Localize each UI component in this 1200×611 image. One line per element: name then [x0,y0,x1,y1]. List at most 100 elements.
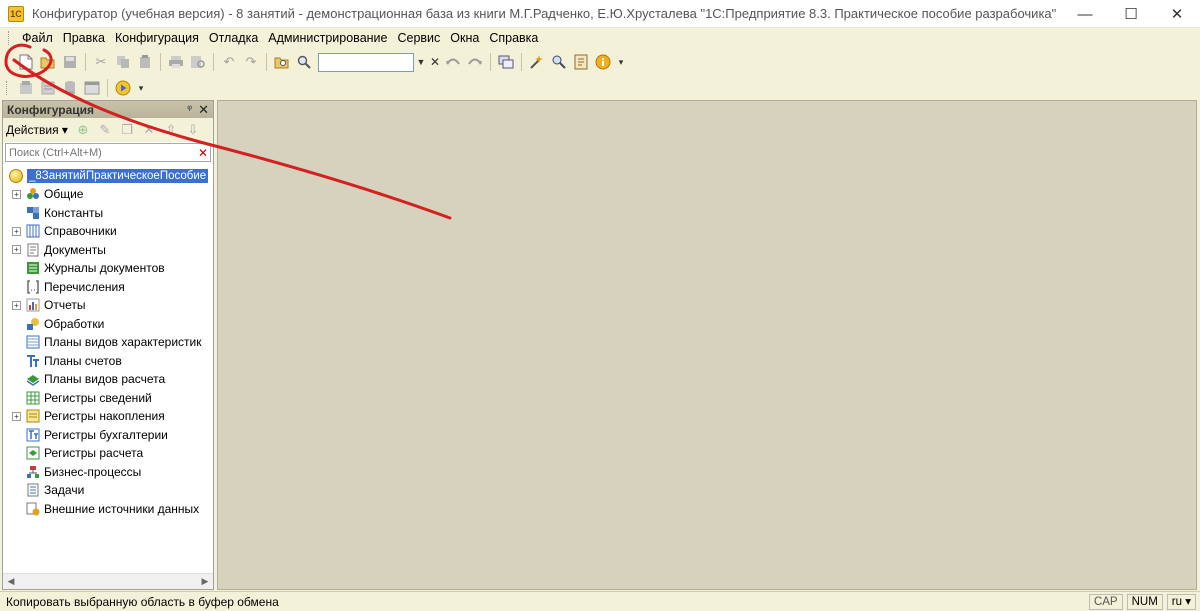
scroll-left-icon[interactable]: ◀ [3,576,19,587]
mdi-workspace [217,100,1197,590]
tree-node-documents[interactable]: + Документы [3,241,213,260]
toolbar-overflow-icon[interactable]: ▾ [614,53,628,72]
clear-search-icon[interactable]: ✕ [428,53,442,72]
accounting-registers-icon [25,427,41,443]
configuration-toolbar: ▾ [0,75,1200,101]
tree-node-enums[interactable]: Перечисления [3,278,213,297]
menu-service[interactable]: Сервис [392,31,445,45]
menu-edit[interactable]: Правка [58,31,110,45]
wizard-icon[interactable] [527,52,547,72]
copy-item-icon[interactable]: ❐ [118,121,136,139]
tree-node-chart-of-accounts[interactable]: Планы счетов [3,352,213,371]
toolbar-grip[interactable] [6,55,9,69]
tree-node-information-registers[interactable]: Регистры сведений [3,389,213,408]
chevron-down-icon[interactable]: ▼ [414,53,428,72]
chevron-down-icon[interactable]: ▾ [134,79,148,98]
tree-node-accounting-registers[interactable]: Регистры бухгалтерии [3,426,213,445]
tree-node-label: Планы видов расчета [44,372,166,387]
panel-search-input[interactable] [6,144,196,161]
tree-node-accumulation-registers[interactable]: + Регистры накопления [3,407,213,426]
config-save-icon[interactable] [38,78,58,98]
toolbar-separator [107,79,108,97]
preview-icon[interactable] [188,52,208,72]
search-combo-input[interactable] [318,52,414,72]
add-icon[interactable]: ⊕ [74,121,92,139]
scroll-right-icon[interactable]: ▶ [197,576,213,587]
maximize-button[interactable]: ☐ [1108,0,1154,28]
clear-search-icon[interactable]: ✕ [196,146,210,160]
cut-icon[interactable]: ✂ [91,52,111,72]
tree-root[interactable]: _8ЗанятийПрактическоеПособие [9,167,213,185]
tree-node-business-processes[interactable]: Бизнес-процессы [3,463,213,482]
panel-title: Конфигурация [7,102,95,117]
manual-icon[interactable] [571,52,591,72]
status-bar: Копировать выбранную область в буфер обм… [0,591,1200,611]
panel-close-icon[interactable]: ✕ [198,102,209,118]
horizontal-scrollbar[interactable]: ◀ ▶ [3,573,213,589]
tree-node-label: Регистры бухгалтерии [44,427,168,442]
expand-icon[interactable]: + [12,300,21,310]
tree-node-external-data-sources[interactable]: Внешние источники данных [3,500,213,519]
move-up-icon[interactable]: ⇧ [162,121,180,139]
tree-node-calculation-registers[interactable]: Регистры расчета [3,444,213,463]
pin-icon[interactable]: ᵠ [187,104,192,115]
menu-administration[interactable]: Администрирование [263,31,392,45]
menu-windows[interactable]: Окна [445,31,484,45]
edit-icon[interactable]: ✎ [96,121,114,139]
minimize-button[interactable]: — [1062,0,1108,28]
menu-grip[interactable] [8,31,11,45]
configuration-root-icon [9,169,23,183]
find-prev-icon[interactable] [443,52,463,72]
tree-node-journals[interactable]: Журналы документов [3,259,213,278]
properties-icon[interactable] [82,78,102,98]
save-icon[interactable] [60,52,80,72]
enums-icon [25,279,41,295]
run-debug-icon[interactable] [113,78,133,98]
toolbar-grip[interactable] [6,81,9,95]
undo-icon[interactable]: ↶ [219,52,239,72]
open-icon[interactable] [38,52,58,72]
paste-icon[interactable] [135,52,155,72]
tree-node-label: Планы видов характеристик [44,335,202,350]
close-button[interactable]: ✕ [1154,0,1200,28]
new-document-icon[interactable] [16,52,36,72]
tree-node-tasks[interactable]: Задачи [3,481,213,500]
tree-node-characteristic-types[interactable]: Планы видов характеристик [3,333,213,352]
info-icon[interactable] [593,52,613,72]
expand-icon[interactable]: + [12,411,21,421]
expand-icon[interactable]: + [12,189,21,199]
status-text: Копировать выбранную область в буфер обм… [6,594,279,609]
delete-icon[interactable]: ✕ [140,121,158,139]
find-in-folder-icon[interactable] [272,52,292,72]
panel-search-box: ✕ [5,143,211,162]
tree-node-reports[interactable]: + Отчеты [3,296,213,315]
search-icon[interactable] [294,52,314,72]
language-indicator[interactable]: ru ▾ [1166,593,1196,610]
move-down-icon[interactable]: ⇩ [184,121,202,139]
menu-help[interactable]: Справка [484,31,543,45]
find-next-icon[interactable] [465,52,485,72]
toolbar-separator [213,53,214,71]
expand-icon[interactable]: + [12,245,21,255]
menu-file[interactable]: Файл [17,31,58,45]
menu-debug[interactable]: Отладка [204,31,263,45]
tree-node-catalogs[interactable]: + Справочники [3,222,213,241]
expand-icon[interactable]: + [12,226,21,236]
menu-configuration[interactable]: Конфигурация [110,31,204,45]
tree-node-label: Задачи [44,483,85,498]
windows-icon[interactable] [496,52,516,72]
print-icon[interactable] [166,52,186,72]
tree-node-constants[interactable]: Константы [3,204,213,223]
window-title: Конфигуратор (учебная версия) - 8 заняти… [32,6,1057,21]
redo-icon[interactable]: ↷ [241,52,261,72]
tree-node-common[interactable]: + Общие [3,185,213,204]
db-update-icon[interactable] [60,78,80,98]
tree-node-label: Регистры расчета [44,446,144,461]
syntax-helper-icon[interactable] [549,52,569,72]
tree-node-dataprocessors[interactable]: Обработки [3,315,213,334]
configuration-tree: _8ЗанятийПрактическоеПособие + Общие Кон… [3,165,213,571]
copy-icon[interactable] [113,52,133,72]
actions-menu-button[interactable]: Действия ▾ [6,123,68,137]
config-open-icon[interactable] [16,78,36,98]
tree-node-calculation-types[interactable]: Планы видов расчета [3,370,213,389]
